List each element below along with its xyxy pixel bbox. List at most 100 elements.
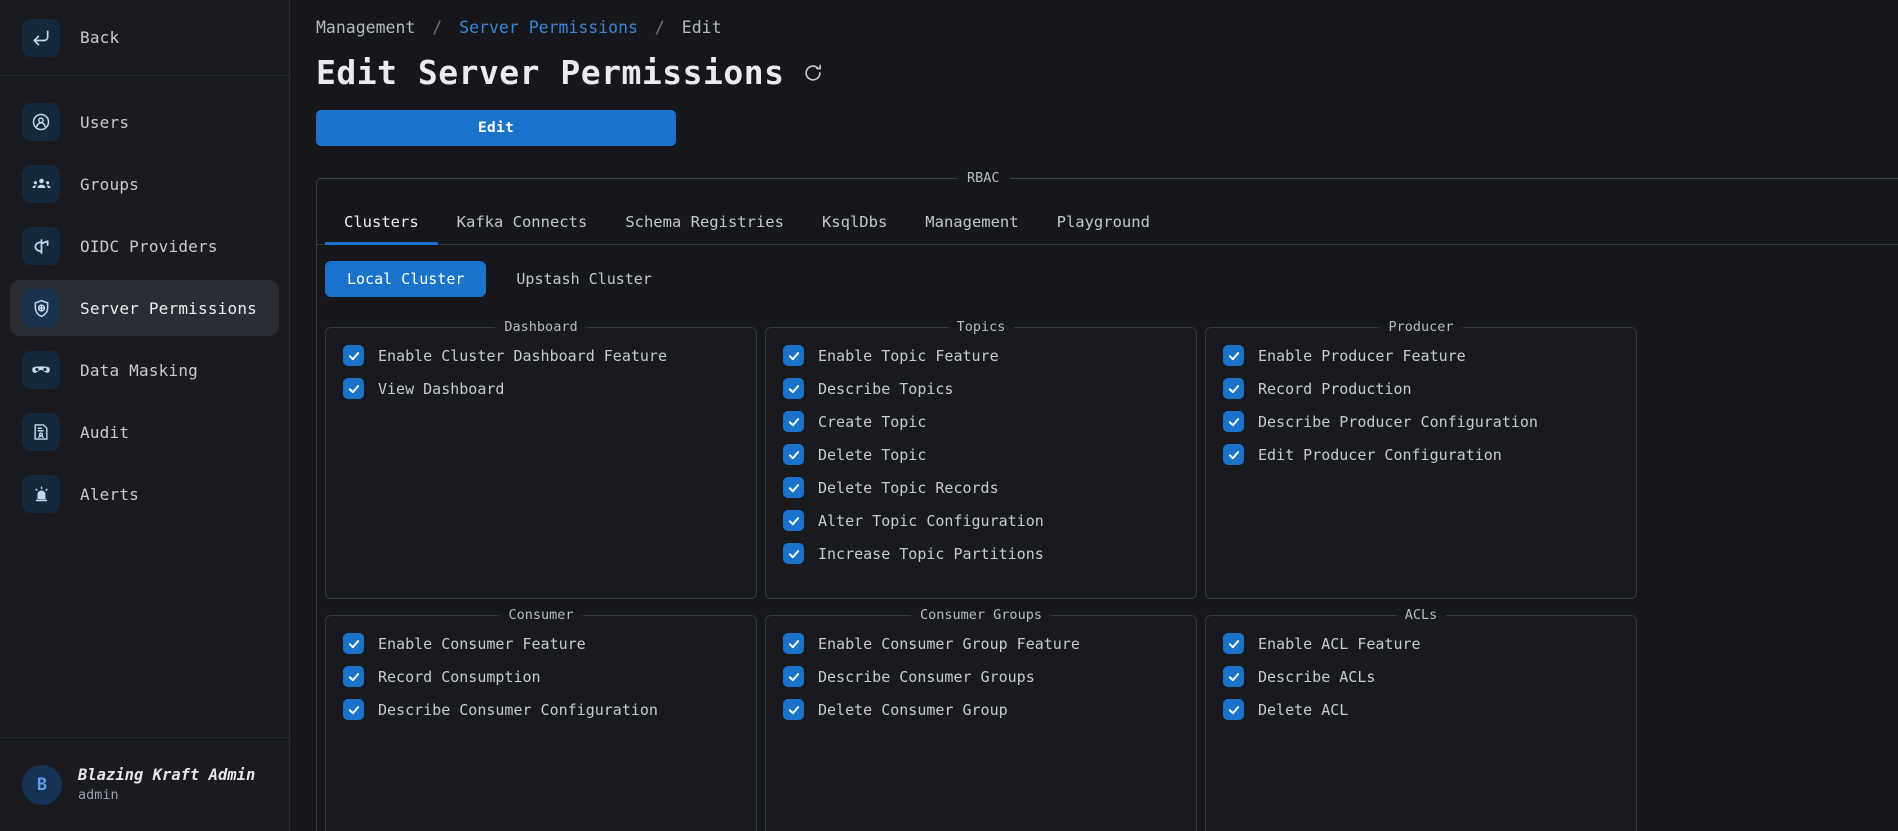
breadcrumb-root[interactable]: Management (316, 18, 415, 37)
permission-option[interactable]: Enable Topic Feature (766, 339, 1196, 372)
permission-label: Enable Topic Feature (818, 346, 999, 365)
panel-topics: Topics Enable Topic Feature Describe Top… (765, 319, 1197, 599)
breadcrumb-link-server-permissions[interactable]: Server Permissions (459, 18, 638, 37)
panel-legend: ACLs (1404, 607, 1438, 623)
checkbox-checked-icon[interactable] (1223, 444, 1244, 465)
checkbox-checked-icon[interactable] (783, 444, 804, 465)
sidebar-item-oidc-providers[interactable]: OIDC Providers (10, 218, 279, 274)
tab-clusters[interactable]: Clusters (325, 204, 438, 245)
refresh-icon[interactable] (802, 62, 824, 84)
audit-document-icon (22, 413, 60, 451)
permission-option[interactable]: Edit Producer Configuration (1206, 438, 1636, 471)
tab-management[interactable]: Management (906, 204, 1037, 245)
shield-icon (22, 289, 60, 327)
permission-option[interactable]: Record Consumption (326, 660, 756, 693)
permission-label: Increase Topic Partitions (818, 544, 1044, 563)
permission-label: Describe Topics (818, 379, 954, 398)
sidebar-item-data-masking[interactable]: Data Masking (10, 342, 279, 398)
checkbox-checked-icon[interactable] (1223, 411, 1244, 432)
checkbox-checked-icon[interactable] (783, 543, 804, 564)
permission-option[interactable]: Enable Producer Feature (1206, 339, 1636, 372)
checkbox-checked-icon[interactable] (783, 666, 804, 687)
checkbox-checked-icon[interactable] (783, 477, 804, 498)
checkbox-checked-icon[interactable] (343, 378, 364, 399)
permission-label: Delete Consumer Group (818, 700, 1008, 719)
sidebar-item-label: Server Permissions (80, 298, 257, 318)
rbac-section: RBAC Clusters Kafka Connects Schema Regi… (316, 170, 1898, 831)
panel-legend: Topics (956, 319, 1006, 335)
cluster-option-local-cluster[interactable]: Local Cluster (325, 261, 487, 297)
permission-option[interactable]: Delete Topic (766, 438, 1196, 471)
cluster-option-upstash-cluster[interactable]: Upstash Cluster (494, 261, 673, 297)
tab-ksqldbs[interactable]: KsqlDbs (803, 204, 906, 245)
permission-label: Enable Consumer Group Feature (818, 634, 1080, 653)
checkbox-checked-icon[interactable] (1223, 666, 1244, 687)
app-root: Back Users Groups OIDC Providers Server … (0, 0, 1898, 831)
permission-label: Enable ACL Feature (1258, 634, 1421, 653)
permission-option[interactable]: Enable Consumer Group Feature (766, 627, 1196, 660)
panel-legend: Producer (1388, 319, 1454, 335)
checkbox-checked-icon[interactable] (1223, 699, 1244, 720)
checkbox-checked-icon[interactable] (1223, 378, 1244, 399)
sidebar: Back Users Groups OIDC Providers Server … (0, 0, 290, 831)
tab-playground[interactable]: Playground (1038, 204, 1169, 245)
permission-option[interactable]: Describe Consumer Groups (766, 660, 1196, 693)
checkbox-checked-icon[interactable] (783, 510, 804, 531)
checkbox-checked-icon[interactable] (343, 699, 364, 720)
sidebar-item-audit[interactable]: Audit (10, 404, 279, 460)
sidebar-item-alerts[interactable]: Alerts (10, 466, 279, 522)
permission-label: Enable Producer Feature (1258, 346, 1466, 365)
permission-option[interactable]: Describe Topics (766, 372, 1196, 405)
checkbox-checked-icon[interactable] (783, 378, 804, 399)
breadcrumb-current: Edit (681, 18, 722, 37)
permission-option[interactable]: Delete ACL (1206, 693, 1636, 726)
permission-option[interactable]: Enable ACL Feature (1206, 627, 1636, 660)
panel-producer: Producer Enable Producer Feature Record … (1205, 319, 1637, 599)
permission-option[interactable]: Increase Topic Partitions (766, 537, 1196, 570)
sidebar-item-server-permissions[interactable]: Server Permissions (10, 280, 279, 336)
breadcrumb-separator: / (432, 18, 443, 37)
permission-label: View Dashboard (378, 379, 505, 398)
permission-option[interactable]: Describe ACLs (1206, 660, 1636, 693)
checkbox-checked-icon[interactable] (1223, 633, 1244, 654)
permission-label: Describe Consumer Configuration (378, 700, 658, 719)
permission-option[interactable]: Enable Consumer Feature (326, 627, 756, 660)
sidebar-item-groups[interactable]: Groups (10, 156, 279, 212)
panel-consumer: Consumer Enable Consumer Feature Record … (325, 607, 757, 831)
sidebar-item-users[interactable]: Users (10, 94, 279, 150)
permission-option[interactable]: View Dashboard (326, 372, 756, 405)
permission-option[interactable]: Delete Consumer Group (766, 693, 1196, 726)
permission-label: Enable Consumer Feature (378, 634, 586, 653)
oidc-icon (22, 227, 60, 265)
sidebar-user-profile[interactable]: B Blazing Kraft Admin admin (0, 737, 289, 831)
permission-option[interactable]: Describe Producer Configuration (1206, 405, 1636, 438)
groups-icon (22, 165, 60, 203)
permission-option[interactable]: Record Production (1206, 372, 1636, 405)
permission-option[interactable]: Enable Cluster Dashboard Feature (326, 339, 756, 372)
checkbox-checked-icon[interactable] (783, 345, 804, 366)
sidebar-item-label: Alerts (80, 484, 139, 504)
permission-label: Edit Producer Configuration (1258, 445, 1502, 464)
checkbox-checked-icon[interactable] (783, 699, 804, 720)
checkbox-checked-icon[interactable] (783, 411, 804, 432)
permission-label: Enable Cluster Dashboard Feature (378, 346, 667, 365)
permission-option[interactable]: Create Topic (766, 405, 1196, 438)
tab-kafka-connects[interactable]: Kafka Connects (438, 204, 607, 245)
permission-label: Describe Consumer Groups (818, 667, 1035, 686)
permission-option[interactable]: Delete Topic Records (766, 471, 1196, 504)
checkbox-checked-icon[interactable] (343, 345, 364, 366)
sidebar-back-button[interactable]: Back (0, 0, 289, 76)
checkbox-checked-icon[interactable] (343, 666, 364, 687)
user-circle-icon (22, 103, 60, 141)
panel-legend: Consumer (508, 607, 574, 623)
avatar: B (22, 764, 62, 805)
tab-schema-registries[interactable]: Schema Registries (606, 204, 803, 245)
checkbox-checked-icon[interactable] (343, 633, 364, 654)
permission-option[interactable]: Describe Consumer Configuration (326, 693, 756, 726)
checkbox-checked-icon[interactable] (783, 633, 804, 654)
edit-button[interactable]: Edit (316, 110, 676, 146)
permission-option[interactable]: Alter Topic Configuration (766, 504, 1196, 537)
sidebar-item-label: Audit (80, 422, 130, 442)
checkbox-checked-icon[interactable] (1223, 345, 1244, 366)
sidebar-item-label: Users (80, 112, 130, 132)
